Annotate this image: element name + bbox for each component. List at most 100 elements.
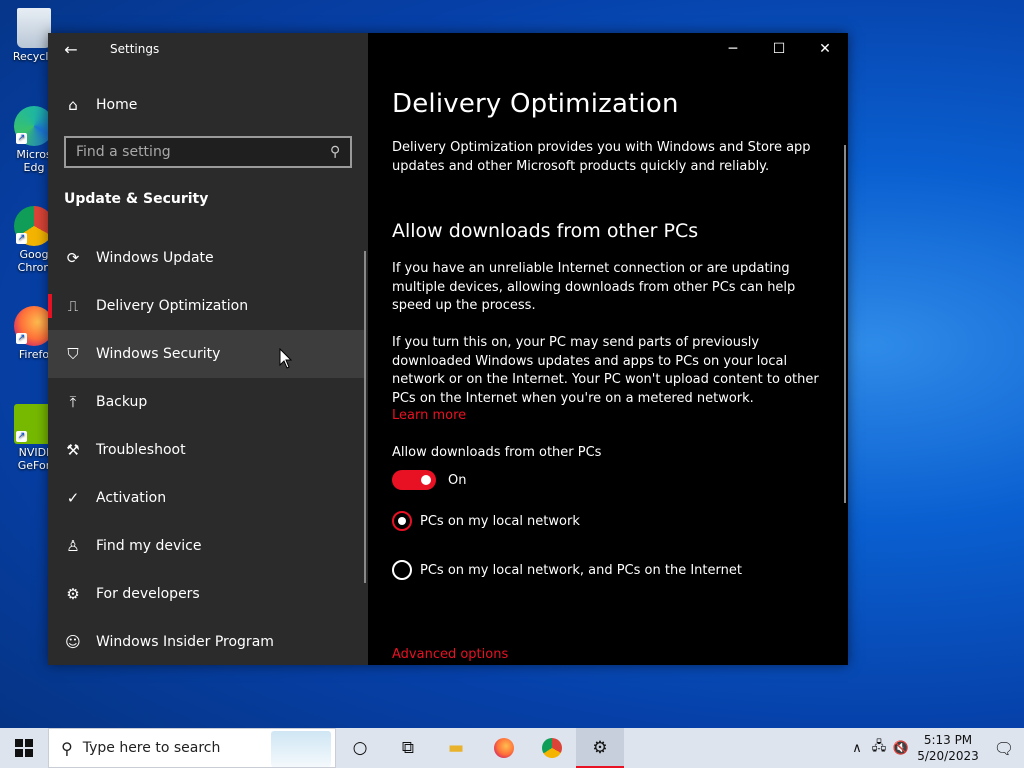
sidebar-item-windows-security[interactable]: ⛉ Windows Security — [48, 330, 366, 378]
notification-icon[interactable]: 🗨 — [984, 739, 1024, 758]
shortcut-arrow-icon: ↗ — [16, 133, 27, 144]
desktop-icon-label: Firefo — [18, 348, 50, 361]
maximize-icon: ☐ — [772, 41, 786, 57]
file-explorer-button[interactable]: ▬ — [432, 728, 480, 768]
radio-local-and-internet[interactable]: PCs on my local network, and PCs on the … — [392, 559, 832, 581]
chrome-icon — [542, 738, 562, 758]
insider-icon: ☺ — [65, 633, 81, 651]
description-text-2: If you turn this on, your PC may send pa… — [392, 334, 819, 406]
taskbar-search-box[interactable]: ⚲ Type here to search — [48, 728, 336, 768]
task-view-icon: ⧉ — [401, 738, 415, 758]
firefox-taskbar-button[interactable] — [480, 728, 528, 768]
radio-dot — [398, 517, 406, 526]
close-icon: ✕ — [819, 41, 831, 57]
radio-label: PCs on my local network, and PCs on the … — [420, 562, 742, 578]
shortcut-arrow-icon: ↗ — [16, 333, 27, 344]
sidebar-item-activation[interactable]: ✓ Activation — [48, 474, 366, 522]
desktop-icon-label: NVIDI GeFor — [17, 446, 51, 472]
search-icon[interactable]: ⚲ — [330, 144, 340, 160]
title-bar: ← Settings — [48, 33, 368, 65]
sidebar-item-label: Windows Insider Program — [96, 634, 274, 650]
sidebar-item-label: Windows Security — [96, 346, 221, 362]
shield-icon: ⛉ — [67, 345, 79, 363]
window-title: Settings — [110, 42, 160, 56]
window-controls: ─ ☐ ✕ — [368, 33, 848, 65]
firefox-icon — [494, 738, 514, 758]
shortcut-arrow-icon: ↗ — [16, 233, 27, 244]
radio-label: PCs on my local network — [420, 513, 580, 529]
cortana-button[interactable]: ○ — [336, 728, 384, 768]
sidebar-item-windows-update[interactable]: ⟳ Windows Update — [48, 234, 366, 282]
learn-more-link[interactable]: Learn more — [392, 408, 832, 423]
taskbar-search-placeholder: Type here to search — [82, 740, 221, 756]
main-content: Delivery Optimization Delivery Optimizat… — [392, 89, 832, 581]
allow-downloads-toggle-row: On — [392, 470, 832, 491]
close-button[interactable]: ✕ — [802, 33, 848, 65]
toggle-state-label: On — [448, 472, 467, 488]
page-title: Delivery Optimization — [392, 89, 679, 119]
system-tray: ∧ 🖧 🔇 5:13 PM 5/20/2023 🗨 — [846, 728, 1024, 768]
clock-date: 5/20/2023 — [917, 749, 979, 763]
sidebar-item-for-developers[interactable]: ⚙ For developers — [48, 570, 366, 618]
chrome-taskbar-button[interactable] — [528, 728, 576, 768]
allow-downloads-toggle[interactable] — [392, 470, 436, 491]
search-placeholder: Find a setting — [76, 144, 171, 160]
taskbar: ⚲ Type here to search ○ ⧉ ▬ ⚙ ∧ 🖧 🔇 5:13… — [0, 728, 1024, 768]
advanced-options-link[interactable]: Advanced options — [392, 647, 508, 662]
sidebar-item-find-my-device[interactable]: ♙ Find my device — [48, 522, 366, 570]
selected-indicator — [48, 294, 52, 318]
sidebar-item-delivery-optimization[interactable]: ⎍ Delivery Optimization — [48, 282, 366, 330]
folder-icon: ▬ — [447, 738, 465, 758]
section-heading: Allow downloads from other PCs — [392, 220, 699, 243]
sidebar-item-backup[interactable]: ⤒ Backup — [48, 378, 366, 426]
recycle-bin-icon — [17, 8, 51, 48]
chevron-up-icon[interactable]: ∧ — [846, 741, 868, 756]
sidebar-item-label: Delivery Optimization — [96, 298, 249, 314]
clock-time: 5:13 PM — [923, 733, 973, 747]
home-icon: ⌂ — [68, 96, 78, 114]
sidebar-item-windows-insider-program[interactable]: ☺ Windows Insider Program — [48, 618, 366, 665]
task-view-button[interactable]: ⧉ — [384, 728, 432, 768]
find-setting-search-box[interactable]: Find a setting ⚲ — [64, 136, 352, 168]
mouse-cursor-icon — [279, 348, 293, 369]
sidebar-item-label: Find my device — [96, 538, 202, 554]
intro-text: Delivery Optimization provides you with … — [392, 140, 811, 174]
sidebar-item-label: For developers — [96, 586, 200, 602]
toggle-label: Allow downloads from other PCs — [392, 445, 602, 461]
volume-muted-icon[interactable]: 🔇 — [890, 741, 912, 756]
windows-logo-icon — [15, 739, 33, 757]
minimize-icon: ─ — [728, 41, 738, 57]
toggle-knob — [421, 475, 431, 486]
section-title: Update & Security — [64, 191, 209, 207]
minimize-button[interactable]: ─ — [710, 33, 756, 65]
settings-window: ← Settings ⌂ Home Find a setting ⚲ Updat… — [48, 33, 848, 665]
sidebar-item-label: Activation — [96, 490, 167, 506]
radio-local-network[interactable]: PCs on my local network — [392, 510, 832, 532]
network-icon[interactable]: 🖧 — [868, 737, 890, 759]
check-circle-icon: ✓ — [66, 489, 80, 507]
back-arrow-icon: ← — [64, 39, 78, 59]
desktop-icon-label: Goog Chron — [17, 248, 51, 274]
clock[interactable]: 5:13 PM 5/20/2023 — [912, 732, 984, 764]
sidebar-nav: ⟳ Windows Update ⎍ Delivery Optimization… — [48, 234, 366, 665]
person-icon: ♙ — [66, 537, 80, 555]
refresh-icon: ⟳ — [66, 249, 80, 267]
sidebar-item-troubleshoot[interactable]: ⚒ Troubleshoot — [48, 426, 366, 474]
shortcut-arrow-icon: ↗ — [16, 431, 27, 442]
start-button[interactable] — [0, 728, 48, 768]
search-highlight-image — [271, 731, 331, 767]
radio-button-checked[interactable] — [392, 511, 412, 532]
maximize-button[interactable]: ☐ — [756, 33, 802, 65]
back-button[interactable]: ← — [48, 33, 94, 65]
wrench-icon: ⚒ — [66, 441, 80, 459]
settings-taskbar-button[interactable]: ⚙ — [576, 728, 624, 768]
home-nav-item[interactable]: ⌂ Home — [48, 89, 368, 121]
sidebar-item-label: Backup — [96, 394, 148, 410]
dev-icon: ⚙ — [66, 585, 80, 603]
radio-button[interactable] — [392, 560, 412, 581]
backup-icon: ⤒ — [69, 393, 77, 411]
sidebar: ← Settings ⌂ Home Find a setting ⚲ Updat… — [48, 33, 368, 665]
content-scrollbar[interactable] — [844, 145, 846, 503]
sidebar-scrollbar[interactable] — [364, 251, 366, 583]
cortana-circle-icon: ○ — [352, 738, 368, 758]
